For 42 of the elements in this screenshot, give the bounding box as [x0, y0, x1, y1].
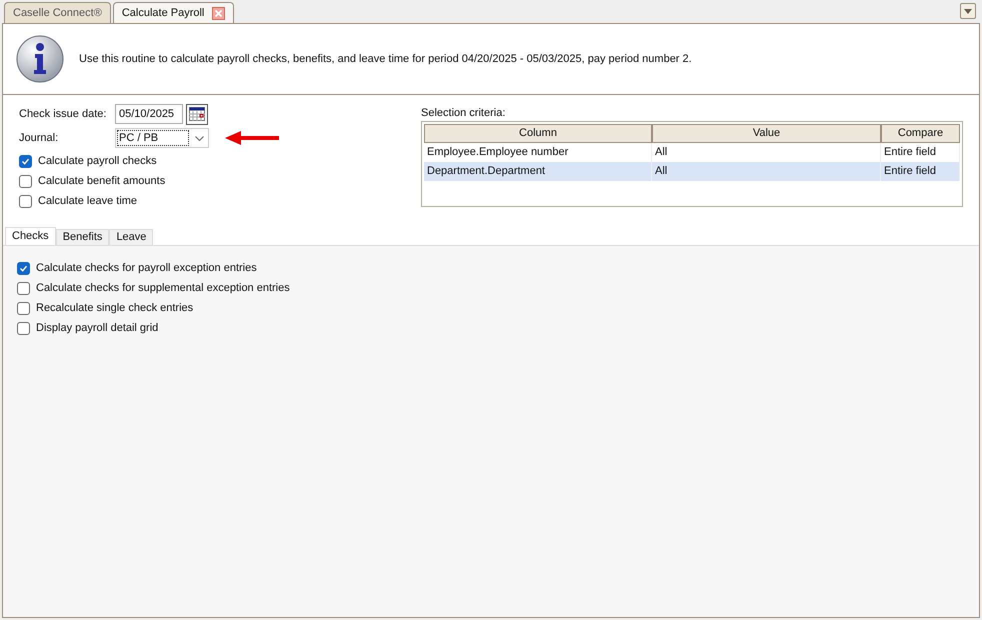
- column-header[interactable]: Value: [652, 124, 881, 143]
- table-cell: All: [652, 162, 881, 181]
- check-icon: [21, 156, 30, 166]
- arrow-icon: [225, 131, 279, 145]
- table-cell: Entire field: [881, 162, 960, 181]
- checkbox-label: Calculate checks for supplemental exception entries: [36, 280, 290, 296]
- calendar-icon: [189, 107, 205, 121]
- tab[interactable]: Benefits: [56, 229, 110, 245]
- info-message: Use this routine to calculate payroll checks, benefits, and leave time for period 04/20/2025 - 05/03/2025, pay period number 2.: [79, 52, 692, 67]
- checkbox[interactable]: [17, 302, 30, 314]
- field-label: Journal:: [19, 130, 60, 146]
- checkbox-label: Calculate leave time: [38, 194, 138, 209]
- chevron-icon: [195, 136, 204, 140]
- checkbox-label: Calculate payroll checks: [38, 154, 157, 169]
- checkbox-label: Display payroll detail grid: [36, 320, 158, 336]
- checkbox[interactable]: [19, 154, 32, 168]
- tab[interactable]: Leave: [109, 229, 154, 245]
- date-field[interactable]: 05/10/2025: [115, 104, 183, 124]
- dropdown-button[interactable]: [960, 3, 976, 19]
- column-header[interactable]: Compare: [881, 124, 960, 143]
- caret-icon: [964, 8, 972, 14]
- checkbox-label: Recalculate single check entries: [36, 300, 194, 316]
- calendar-button[interactable]: [186, 104, 208, 124]
- checkbox-label: Calculate checks for payroll exception entries: [36, 260, 257, 276]
- check-icon: [19, 264, 28, 272]
- document-tab[interactable]: Calculate Payroll: [112, 2, 234, 23]
- info-icon: [15, 34, 65, 84]
- column-header[interactable]: Column: [424, 124, 652, 143]
- checkbox-label: Calculate benefit amounts: [38, 174, 166, 189]
- checkbox[interactable]: [19, 194, 32, 208]
- checkbox[interactable]: [19, 174, 32, 188]
- checkbox[interactable]: [17, 322, 30, 334]
- document-tab[interactable]: Caselle Connect®: [4, 2, 111, 23]
- field-label: Check issue date:: [19, 106, 108, 122]
- table-cell: Department.Department: [424, 162, 652, 181]
- checkbox[interactable]: [17, 282, 30, 294]
- close-icon[interactable]: [212, 6, 226, 20]
- grid-row[interactable]: Department.Department All Entire field: [424, 162, 960, 181]
- section-label: Selection criteria:: [421, 106, 506, 121]
- checkbox[interactable]: [17, 262, 30, 274]
- tab[interactable]: Checks: [5, 227, 56, 245]
- journal-dropdown[interactable]: PC / PB: [115, 128, 209, 148]
